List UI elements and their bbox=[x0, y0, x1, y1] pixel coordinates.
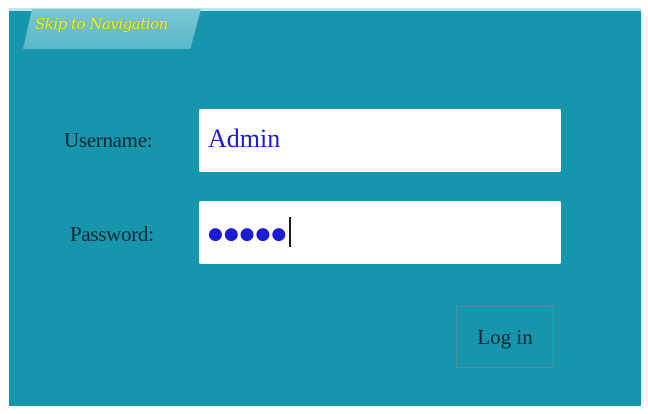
username-label: Username: bbox=[64, 128, 153, 152]
username-field[interactable]: Admin bbox=[199, 109, 561, 172]
skip-to-navigation-label: Skip to Navigation bbox=[35, 15, 168, 33]
password-label: Password: bbox=[70, 222, 154, 246]
password-dots: ●●●●● bbox=[208, 224, 288, 244]
skip-to-navigation-link[interactable]: Skip to Navigation bbox=[23, 9, 201, 49]
text-caret bbox=[289, 217, 292, 247]
password-field[interactable]: ●●●●● bbox=[199, 201, 561, 264]
username-value: Admin bbox=[208, 124, 281, 153]
login-button[interactable]: Log in bbox=[456, 306, 554, 368]
password-masked-value: ●●●●● bbox=[208, 217, 292, 249]
